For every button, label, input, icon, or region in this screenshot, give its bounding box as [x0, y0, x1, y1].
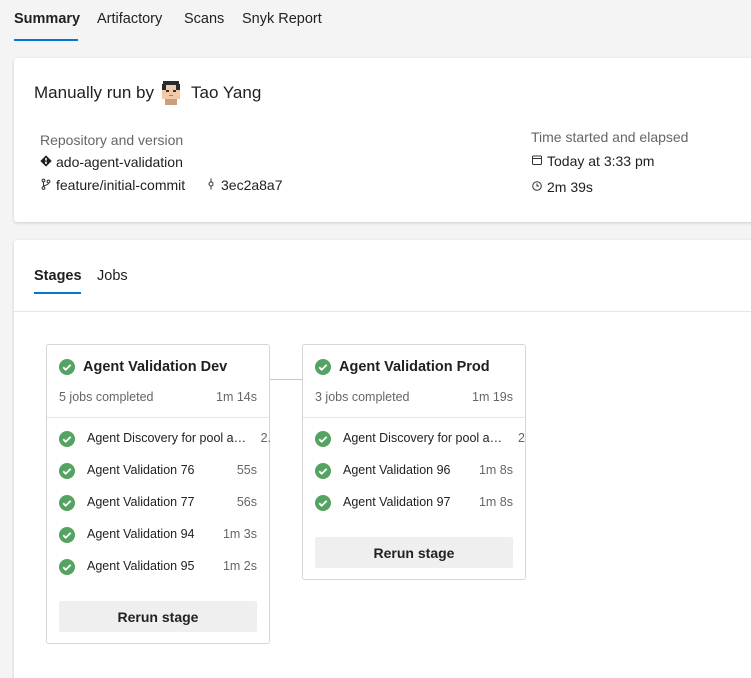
stage-card-prod[interactable]: Agent Validation Prod 3 jobs completed 1… [302, 344, 526, 580]
time-section-label: Time started and elapsed [531, 129, 689, 145]
git-repo-icon [40, 154, 52, 170]
time-elapsed-text: 2m 39s [547, 179, 593, 195]
success-check-icon [59, 359, 75, 375]
job-name: Agent Validation 94 [87, 527, 195, 541]
branch-icon [40, 178, 52, 193]
success-check-icon [59, 559, 75, 575]
commit-hash[interactable]: 3ec2a8a7 [205, 177, 283, 193]
stage-duration: 1m 19s [472, 390, 513, 404]
success-check-icon [315, 431, 331, 447]
job-duration: 2 [518, 431, 525, 445]
tab-stages[interactable]: Stages [34, 268, 82, 284]
job-duration: 1m 2s [222, 559, 257, 573]
calendar-icon [531, 154, 543, 169]
success-check-icon [59, 431, 75, 447]
branch-name-text: feature/initial-commit [56, 177, 186, 193]
tab-scans[interactable]: Scans [184, 11, 224, 27]
time-started-text: Today at 3:33 pm [547, 153, 655, 169]
job-name: Agent Validation 97 [343, 495, 451, 509]
active-tab-indicator [14, 39, 78, 41]
stage-duration: 1m 14s [216, 390, 257, 404]
success-check-icon [315, 463, 331, 479]
stage-name: Agent Validation Prod [339, 359, 490, 375]
job-duration: 56s [236, 495, 257, 509]
success-check-icon [59, 463, 75, 479]
stage-connector [270, 379, 302, 380]
success-check-icon [315, 359, 331, 375]
repository-section-label: Repository and version [40, 132, 184, 148]
job-name: Agent Validation 76 [87, 463, 195, 477]
job-name: Agent Validation 96 [343, 463, 451, 477]
tab-jobs[interactable]: Jobs [97, 268, 128, 284]
job-duration: 55s [236, 463, 257, 477]
run-prefix: Manually run by [34, 83, 155, 102]
rerun-stage-button[interactable]: Rerun stage [59, 601, 257, 632]
job-name: Agent Discovery for pool a… [87, 431, 247, 445]
inner-active-tab-indicator [34, 292, 81, 294]
stage-name: Agent Validation Dev [83, 359, 228, 375]
divider [47, 417, 269, 418]
divider [14, 311, 751, 312]
repository-name-text: ado-agent-validation [56, 154, 183, 170]
success-check-icon [59, 495, 75, 511]
stage-jobs-completed: 3 jobs completed [315, 390, 410, 404]
commit-icon [205, 178, 217, 193]
stage-card-dev[interactable]: Agent Validation Dev 5 jobs completed 1m… [46, 344, 271, 644]
success-check-icon [315, 495, 331, 511]
stages-panel: Stages Jobs Agent Validation Dev 5 jobs … [14, 240, 751, 678]
time-started: Today at 3:33 pm [531, 153, 654, 169]
success-check-icon [59, 527, 75, 543]
job-duration: 2. [260, 431, 271, 445]
job-name: Agent Validation 77 [87, 495, 195, 509]
clock-icon [531, 180, 543, 195]
top-tab-bar: Summary Artifactory Scans Snyk Report [0, 0, 751, 44]
job-name: Agent Discovery for pool a… [343, 431, 503, 445]
tab-snyk-report[interactable]: Snyk Report [242, 11, 322, 27]
tab-artifactory[interactable]: Artifactory [97, 11, 162, 27]
job-duration: 1m 8s [478, 495, 513, 509]
tab-summary[interactable]: Summary [14, 11, 80, 27]
commit-hash-text: 3ec2a8a7 [221, 177, 283, 193]
rerun-stage-button[interactable]: Rerun stage [315, 537, 513, 568]
run-summary-card: Manually run by Tao Yang Repository and … [14, 58, 751, 222]
avatar[interactable] [160, 81, 182, 105]
job-duration: 1m 3s [222, 527, 257, 541]
branch-name[interactable]: feature/initial-commit [40, 177, 185, 193]
repository-name[interactable]: ado-agent-validation [40, 154, 183, 170]
time-elapsed: 2m 39s [531, 179, 593, 195]
job-name: Agent Validation 95 [87, 559, 195, 573]
divider [303, 417, 525, 418]
run-user-name[interactable]: Tao Yang [191, 83, 261, 103]
job-duration: 1m 8s [478, 463, 513, 477]
run-title: Manually run by Tao Yang [34, 81, 261, 105]
stage-jobs-completed: 5 jobs completed [59, 390, 154, 404]
